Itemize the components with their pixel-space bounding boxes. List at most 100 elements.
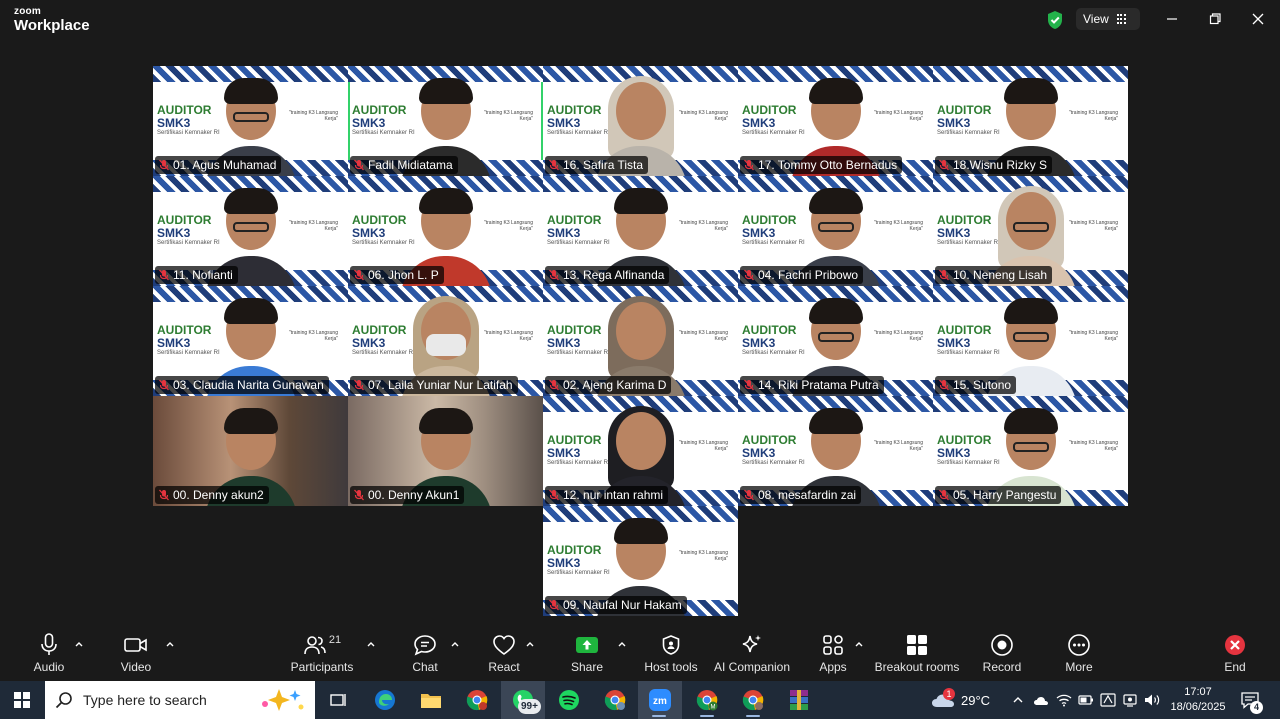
react-options-chevron-up-icon[interactable]: [525, 639, 535, 649]
participant-tile[interactable]: AUDITOR SMK3 Sertifikasi Kemnaker RI "train…: [933, 66, 1128, 176]
video-options-chevron-up-icon[interactable]: [165, 639, 175, 649]
participant-tile[interactable]: AUDITOR SMK3 Sertifikasi Kemnaker RI "train…: [543, 396, 738, 506]
participant-tile[interactable]: AUDITOR SMK3 Sertifikasi Kemnaker RI "train…: [933, 396, 1128, 506]
banner-sertifikasi-text: Sertifikasi Kemnaker RI: [157, 240, 220, 246]
end-meeting-button[interactable]: End: [1220, 632, 1250, 678]
volume-icon[interactable]: [1144, 693, 1162, 707]
host-tools-button[interactable]: Host tools: [644, 632, 698, 678]
ai-companion-button[interactable]: AI Companion: [714, 632, 790, 678]
participants-count: 21: [328, 634, 342, 646]
onedrive-cloud-icon[interactable]: [1033, 693, 1049, 707]
audio-button[interactable]: Audio: [30, 632, 68, 678]
system-clock[interactable]: 17:07 18/06/2025: [1166, 685, 1230, 715]
restore-button[interactable]: [1202, 8, 1228, 30]
participant-nameplate: 02. Ajeng Karima D: [545, 376, 672, 394]
apps-button[interactable]: Apps: [818, 632, 848, 678]
participant-tile[interactable]: AUDITOR SMK3 Sertifikasi Kemnaker RI "train…: [348, 286, 543, 396]
show-hidden-icons-chevron-up-icon[interactable]: [1012, 695, 1024, 705]
banner-auditor-text: AUDITOR: [547, 103, 602, 117]
whatsapp-unread-badge: 99+: [518, 699, 541, 714]
participant-name: 05. Harry Pangestu: [953, 488, 1057, 502]
minimize-button[interactable]: [1159, 8, 1185, 30]
person-hair: [808, 188, 863, 214]
spotify-icon[interactable]: [556, 688, 582, 712]
participant-tile[interactable]: AUDITOR SMK3 Sertifikasi Kemnaker RI "train…: [543, 506, 738, 616]
chrome-m-icon[interactable]: M: [694, 688, 720, 712]
encryption-shield-icon[interactable]: [1046, 10, 1064, 30]
video-button[interactable]: Video: [116, 632, 156, 678]
participant-tile[interactable]: AUDITOR SMK3 Sertifikasi Kemnaker RI "train…: [348, 66, 543, 176]
windows-start-icon[interactable]: [14, 692, 30, 708]
participant-nameplate: Fadil Midiatama: [350, 156, 458, 174]
participant-name: 08. mesafardin zai: [758, 488, 857, 502]
participant-tile[interactable]: AUDITOR SMK3 Sertifikasi Kemnaker RI "train…: [738, 286, 933, 396]
banner-sertifikasi-text: Sertifikasi Kemnaker RI: [742, 350, 805, 356]
taskbar-search-box[interactable]: Type here to search: [45, 681, 315, 719]
audio-options-chevron-up-icon[interactable]: [74, 639, 84, 649]
chrome-icon[interactable]: [464, 688, 490, 712]
person-hair: [613, 188, 668, 214]
participant-tile[interactable]: AUDITOR SMK3 Sertifikasi Kemnaker RI "train…: [933, 286, 1128, 396]
more-button[interactable]: More: [1062, 632, 1096, 678]
participant-nameplate: 00. Denny Akun1: [350, 486, 465, 504]
banner-auditor-text: AUDITOR: [352, 103, 407, 117]
participant-tile[interactable]: AUDITOR SMK3 Sertifikasi Kemnaker RI "train…: [153, 176, 348, 286]
zoom-app-icon[interactable]: zm: [647, 688, 673, 712]
banner-sertifikasi-text: Sertifikasi Kemnaker RI: [547, 460, 610, 466]
participant-tile[interactable]: AUDITOR SMK3 Sertifikasi Kemnaker RI "train…: [153, 66, 348, 176]
minimize-icon: [1167, 18, 1177, 20]
record-button[interactable]: Record: [982, 632, 1022, 678]
banner-auditor-text: AUDITOR: [937, 213, 992, 227]
chrome-profile-icon[interactable]: [602, 688, 628, 712]
react-button[interactable]: React: [486, 632, 522, 678]
chat-options-chevron-up-icon[interactable]: [450, 639, 460, 649]
participant-tile[interactable]: AUDITOR SMK3 Sertifikasi Kemnaker RI "train…: [738, 176, 933, 286]
breakout-rooms-button[interactable]: Breakout rooms: [875, 632, 959, 678]
banner-auditor-text: AUDITOR: [742, 323, 797, 337]
apps-options-chevron-up-icon[interactable]: [854, 639, 864, 649]
muted-microphone-icon: [549, 489, 559, 501]
search-placeholder: Type here to search: [83, 692, 207, 708]
logo-line-top: zoom: [14, 6, 41, 17]
participant-tile[interactable]: AUDITOR SMK3 Sertifikasi Kemnaker RI "train…: [543, 176, 738, 286]
close-icon: [1252, 13, 1264, 25]
participant-tile[interactable]: 00. Denny akun2: [153, 396, 348, 506]
task-view-icon[interactable]: [325, 688, 351, 712]
participant-tile[interactable]: AUDITOR SMK3 Sertifikasi Kemnaker RI "train…: [738, 66, 933, 176]
participants-button[interactable]: 21 Participants: [291, 632, 354, 678]
participant-tile[interactable]: AUDITOR SMK3 Sertifikasi Kemnaker RI "train…: [738, 396, 933, 506]
person-hair: [808, 298, 863, 324]
banner-smk3-text: SMK3: [547, 556, 581, 570]
participant-tile[interactable]: AUDITOR SMK3 Sertifikasi Kemnaker RI "train…: [153, 286, 348, 396]
file-explorer-icon[interactable]: [418, 688, 444, 712]
winrar-icon[interactable]: [786, 688, 812, 712]
weather-widget[interactable]: 29°C: [930, 681, 990, 719]
person-hair: [1003, 408, 1058, 434]
muted-microphone-icon: [354, 269, 364, 281]
banner-smk3-text: SMK3: [937, 446, 971, 460]
chrome-profile2-icon[interactable]: [740, 688, 766, 712]
language-icon[interactable]: [1100, 693, 1116, 707]
close-button[interactable]: [1245, 8, 1271, 30]
person-hair: [223, 408, 278, 434]
participant-tile[interactable]: AUDITOR SMK3 Sertifikasi Kemnaker RI "train…: [543, 286, 738, 396]
muted-microphone-icon: [549, 159, 559, 171]
muted-microphone-icon: [744, 159, 754, 171]
sparkle-search-icon: [262, 689, 304, 711]
view-button[interactable]: View: [1076, 8, 1140, 30]
participant-tile[interactable]: AUDITOR SMK3 Sertifikasi Kemnaker RI "train…: [933, 176, 1128, 286]
person-hair: [808, 78, 863, 104]
meet-now-icon[interactable]: [1122, 693, 1138, 707]
edge-browser-icon[interactable]: [372, 688, 398, 712]
share-options-chevron-up-icon[interactable]: [617, 639, 627, 649]
participant-tile[interactable]: AUDITOR SMK3 Sertifikasi Kemnaker RI "train…: [543, 66, 738, 176]
share-button[interactable]: Share: [568, 632, 606, 678]
participant-nameplate: 12. nur intan rahmi: [545, 486, 669, 504]
participant-tile[interactable]: AUDITOR SMK3 Sertifikasi Kemnaker RI "train…: [348, 176, 543, 286]
chat-button[interactable]: Chat: [408, 632, 442, 678]
wifi-icon[interactable]: [1056, 693, 1072, 707]
battery-icon[interactable]: [1078, 694, 1094, 706]
participant-tile[interactable]: 00. Denny Akun1: [348, 396, 543, 506]
participants-options-chevron-up-icon[interactable]: [366, 639, 376, 649]
banner-auditor-text: AUDITOR: [352, 213, 407, 227]
